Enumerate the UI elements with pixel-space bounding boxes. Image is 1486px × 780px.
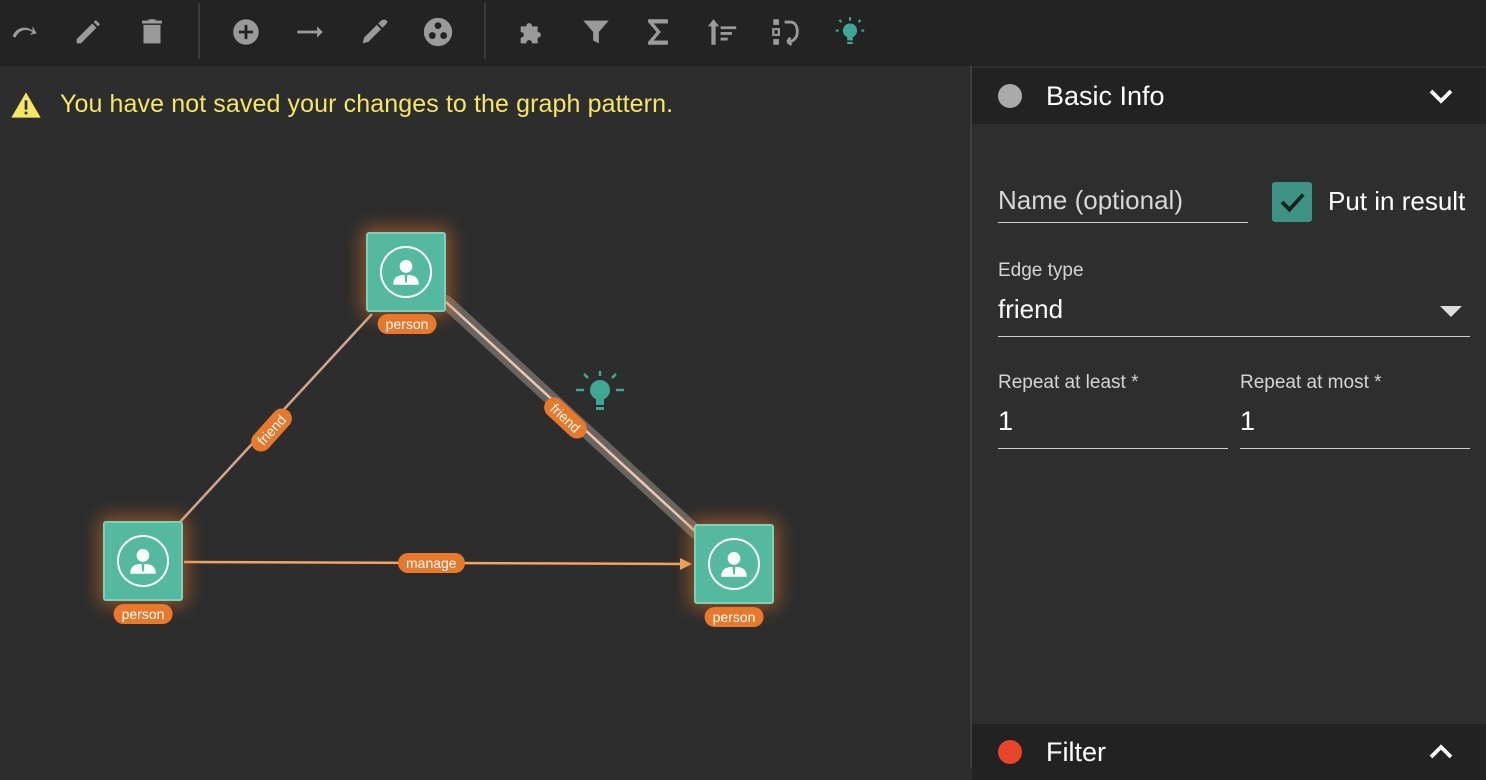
person-icon [380,246,432,298]
status-dot [998,740,1022,764]
node-person-top[interactable] [366,232,446,312]
status-dot [998,84,1022,108]
add-node-button[interactable] [226,12,266,52]
cluster-icon [423,17,453,47]
put-in-result-checkbox[interactable] [1272,182,1312,222]
puzzle-icon [520,23,541,44]
person-icon [708,538,760,590]
edge-label-manage[interactable]: manage [398,553,465,573]
eyedropper-button[interactable] [354,12,394,52]
chevron-down-icon [1429,89,1453,104]
add-edge-icon [297,26,323,38]
node-label-top: person [377,314,437,334]
basic-info-title: Basic Info [1046,80,1165,111]
repeat-most-input[interactable]: 1 [1240,400,1470,449]
redo-icon [12,26,37,38]
sigma-icon [648,19,668,45]
aggregate-button[interactable] [638,12,678,52]
cluster-button[interactable] [418,12,458,52]
edge-type-select[interactable]: friend [998,288,1470,337]
delete-button[interactable] [132,12,172,52]
lightbulb-icon [835,17,865,45]
dropdown-arrow-icon [1440,306,1462,317]
delete-icon [142,19,162,44]
suggestion-lightbulb-icon[interactable] [576,371,624,410]
repeat-least-value: 1 [998,406,1014,436]
node-label-right: person [704,607,764,627]
add-node-icon [233,19,259,45]
rearrange-button[interactable] [766,12,806,52]
basic-info-header[interactable]: Basic Info [972,68,1486,124]
graph-edges [179,295,703,570]
repeat-most-value: 1 [1240,406,1256,436]
edit-button[interactable] [68,12,108,52]
edge-type-label: Edge type [998,260,1084,281]
filter-button[interactable] [576,12,616,52]
check-icon [1280,193,1305,213]
edit-icon [76,19,101,44]
graph-canvas[interactable]: You have not saved your changes to the g… [0,66,970,768]
sort-icon [707,19,737,45]
node-person-right[interactable] [694,524,774,604]
toolbar [0,0,1486,66]
suggestion-button[interactable] [830,12,870,52]
toolbar-divider [484,3,486,59]
put-in-result-label: Put in result [1328,186,1466,216]
puzzle-button[interactable] [512,12,552,52]
repeat-least-label: Repeat at least * [998,372,1139,393]
add-edge-button[interactable] [290,12,330,52]
filter-title: Filter [1046,736,1106,767]
eyedropper-icon [362,19,388,44]
repeat-most-label: Repeat at most * [1240,372,1382,393]
rearrange-icon [772,19,799,46]
sort-button[interactable] [702,12,742,52]
filter-header[interactable]: Filter [972,724,1486,780]
node-person-left[interactable] [103,521,183,601]
filter-icon [583,20,609,44]
toolbar-divider [198,3,200,59]
repeat-least-input[interactable]: 1 [998,400,1228,449]
chevron-up-icon [1429,744,1453,759]
person-icon [117,535,169,587]
redo-button[interactable] [4,12,44,52]
node-label-left: person [113,604,173,624]
properties-panel: Basic Info Put in result Edge type frien… [970,66,1486,780]
edge-type-value: friend [998,294,1064,324]
name-input[interactable] [998,178,1248,223]
